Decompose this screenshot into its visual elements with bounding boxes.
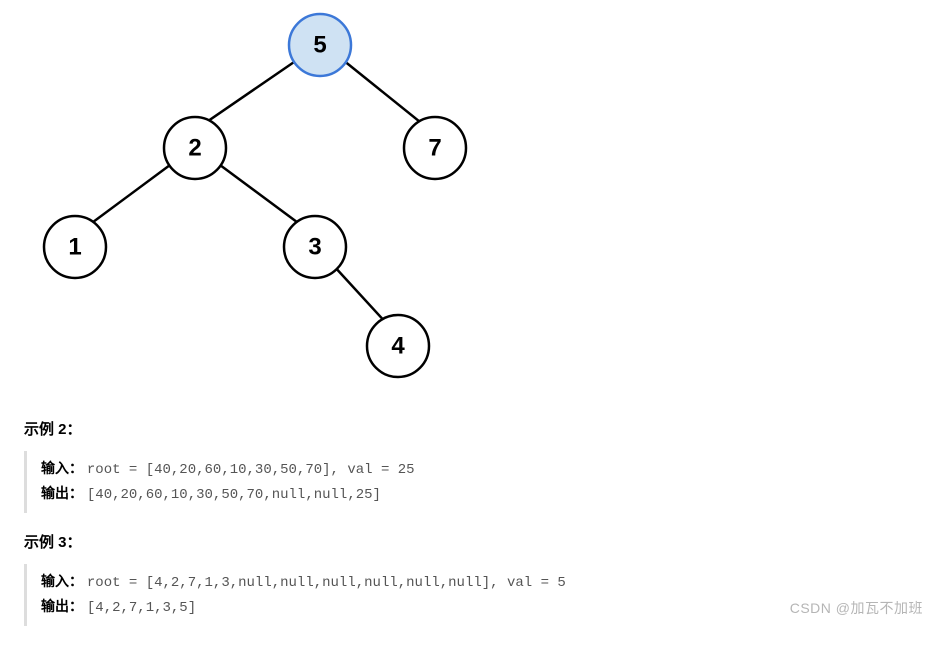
example-3-heading: 示例 3：: [24, 531, 941, 552]
edge-2-1: [85, 165, 170, 228]
example-2-heading: 示例 2：: [24, 418, 941, 439]
tree-node-5-label: 5: [313, 32, 326, 59]
output-value: [40,20,60,10,30,50,70,null,null,25]: [87, 487, 381, 503]
example-2-input-line: 输入： root = [40,20,60,10,30,50,70], val =…: [41, 457, 941, 482]
tree-diagram: 5 2 7 1 3 4: [30, 0, 941, 400]
tree-node-2-label: 2: [188, 135, 201, 162]
tree-node-1-label: 1: [68, 234, 81, 261]
example-3-input-line: 输入： root = [4,2,7,1,3,null,null,null,nul…: [41, 570, 941, 595]
input-label: 输入：: [41, 460, 83, 476]
tree-svg: 5 2 7 1 3 4: [30, 0, 530, 400]
input-label: 输入：: [41, 573, 83, 589]
output-label: 输出：: [41, 485, 83, 501]
watermark: CSDN @加瓦不加班: [790, 598, 923, 618]
input-value: root = [40,20,60,10,30,50,70], val = 25: [87, 462, 415, 478]
edge-5-2: [195, 60, 297, 130]
tree-node-4-label: 4: [391, 333, 405, 360]
edge-5-7: [343, 60, 430, 130]
edge-2-3: [220, 165, 305, 228]
output-label: 输出：: [41, 598, 83, 614]
edge-3-4: [333, 265, 388, 325]
output-value: [4,2,7,1,3,5]: [87, 600, 196, 616]
tree-node-7-label: 7: [428, 135, 441, 162]
example-2-output-line: 输出： [40,20,60,10,30,50,70,null,null,25]: [41, 482, 941, 507]
example-2-block: 输入： root = [40,20,60,10,30,50,70], val =…: [24, 451, 941, 513]
tree-node-3-label: 3: [308, 234, 321, 261]
input-value: root = [4,2,7,1,3,null,null,null,null,nu…: [87, 575, 566, 591]
